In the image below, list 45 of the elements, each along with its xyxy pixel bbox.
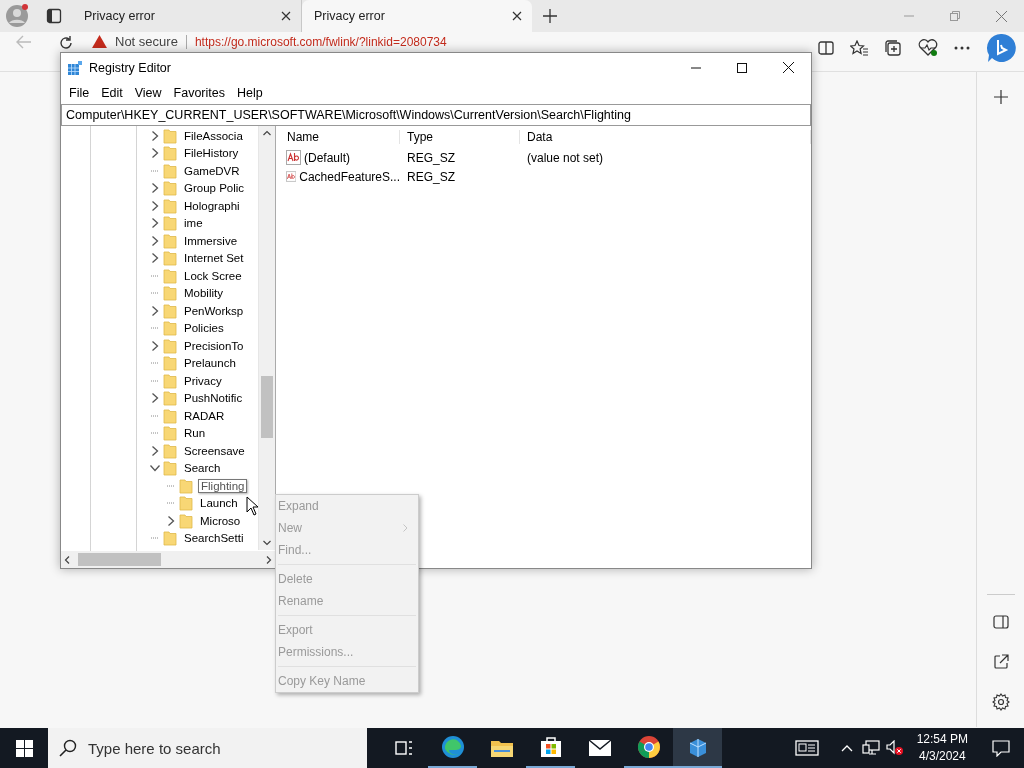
menu-item[interactable]: File bbox=[63, 86, 96, 100]
menu-item[interactable]: Help bbox=[231, 86, 269, 100]
tree-item[interactable]: FileHistory bbox=[182, 147, 241, 160]
tree-item[interactable]: Prelaunch bbox=[182, 357, 238, 370]
column-header[interactable]: Name bbox=[280, 130, 400, 144]
tree-item[interactable]: PushNotific bbox=[182, 392, 245, 405]
value-data: (value not set) bbox=[526, 150, 605, 165]
window-title: Registry Editor bbox=[89, 60, 171, 75]
clock-time[interactable]: 12:54 PM bbox=[916, 731, 968, 748]
tree-item[interactable]: Mobility bbox=[182, 287, 225, 300]
tree-item[interactable]: SearchSetti bbox=[182, 532, 246, 545]
tree-item[interactable]: Holographi bbox=[182, 199, 242, 212]
tree-item[interactable]: ime bbox=[182, 217, 205, 230]
address-url[interactable]: https://go.microsoft.com/fwlink/?linkid=2080734 bbox=[185, 34, 447, 49]
value-name[interactable]: CachedFeatureS... bbox=[299, 169, 400, 184]
browser-tab[interactable]: Privacy error bbox=[302, 0, 532, 32]
value-name[interactable]: (Default) bbox=[304, 150, 350, 165]
column-header[interactable]: Type bbox=[400, 130, 520, 144]
tree-item[interactable]: Microso bbox=[198, 514, 243, 527]
security-label[interactable]: Not secure bbox=[115, 34, 178, 49]
value-type: REG_SZ bbox=[406, 169, 456, 184]
tree-item[interactable]: Internet Set bbox=[182, 252, 246, 265]
menu-item[interactable]: View bbox=[128, 86, 168, 100]
search-field[interactable]: Type here to search bbox=[88, 728, 367, 768]
tree-item[interactable]: Lock Scree bbox=[182, 269, 244, 282]
tree-item[interactable]: Launch bbox=[198, 497, 240, 510]
tree-item[interactable]: GameDVR bbox=[182, 164, 242, 177]
tree-item[interactable]: Flighting bbox=[198, 478, 248, 493]
tree-item[interactable]: FileAssocia bbox=[182, 129, 245, 142]
column-header[interactable]: Data bbox=[520, 130, 811, 144]
tree-item[interactable]: Privacy bbox=[182, 374, 224, 387]
menu-item[interactable]: Favorites bbox=[167, 86, 231, 100]
menu-item[interactable]: Edit bbox=[95, 86, 129, 100]
tree-item[interactable]: PenWorksp bbox=[182, 304, 246, 317]
tree-item[interactable]: Run bbox=[182, 427, 208, 440]
tree-item[interactable]: Immersive bbox=[182, 234, 240, 247]
tree-item[interactable]: Search bbox=[182, 462, 223, 475]
tree-item[interactable]: Policies bbox=[182, 322, 226, 335]
tree-item[interactable]: Group Polic bbox=[182, 182, 247, 195]
tree-item[interactable]: RADAR bbox=[182, 409, 227, 422]
address-field[interactable]: Computer\HKEY_CURRENT_USER\SOFTWARE\Microsoft\Windows\CurrentVersion\Search\Flighting bbox=[61, 104, 811, 126]
clock-date[interactable]: 4/3/2024 bbox=[918, 748, 966, 765]
tree-item[interactable]: PrecisionTo bbox=[182, 339, 246, 352]
value-type: REG_SZ bbox=[406, 150, 456, 165]
tree-item[interactable]: Screensave bbox=[182, 444, 247, 457]
